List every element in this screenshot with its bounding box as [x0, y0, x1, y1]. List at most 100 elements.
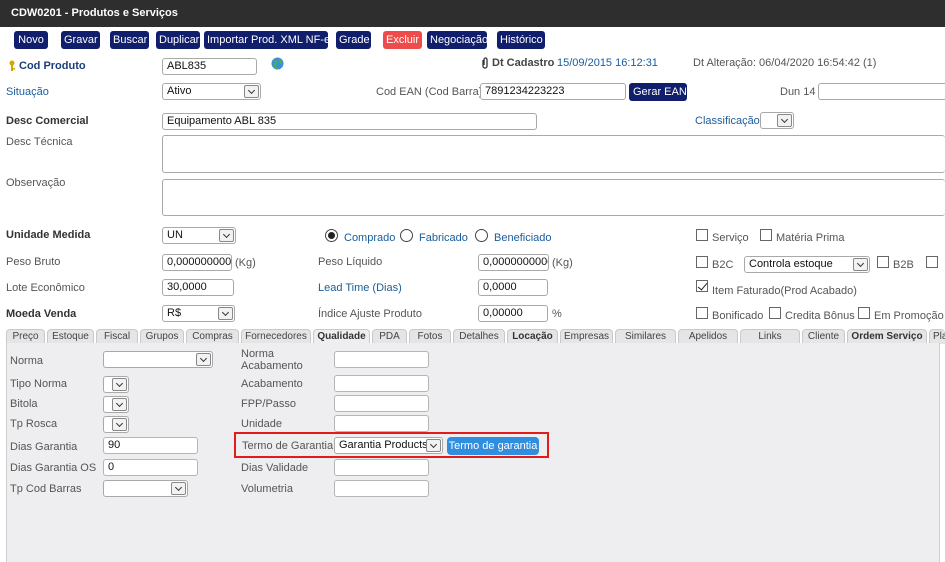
b2c-checkbox[interactable] [696, 256, 708, 268]
duplicar-button[interactable]: Duplicar [156, 31, 200, 49]
unidade-input[interactable] [334, 415, 429, 432]
tp-rosca-label: Tp Rosca [10, 418, 58, 430]
fabricado-radio[interactable] [400, 229, 413, 242]
grade-button[interactable]: Grade [336, 31, 371, 49]
volumetria-input[interactable] [334, 480, 429, 497]
tab-compras[interactable]: Compras [186, 329, 239, 344]
situacao-value: Ativo [167, 85, 192, 97]
credita-bonus-checkbox[interactable] [769, 307, 781, 319]
unidade-medida-select[interactable]: UN [162, 227, 236, 244]
dias-garantia-input[interactable]: 90 [103, 437, 198, 454]
importar-xml-button[interactable]: Importar Prod. XML NF-e [204, 31, 330, 49]
dias-validade-label: Dias Validade [241, 462, 309, 474]
paperclip-icon[interactable] [481, 57, 489, 69]
tab-apelidos[interactable]: Apelidos [678, 329, 738, 344]
lead-time-label[interactable]: Lead Time (Dias) [318, 282, 402, 294]
dt-cadastro-value: 15/09/2015 16:12:31 [557, 57, 658, 69]
b2b-checkbox[interactable] [877, 256, 889, 268]
lote-economico-input[interactable]: 30,0000 [162, 279, 234, 296]
servico-checkbox[interactable] [696, 229, 708, 241]
tp-rosca-select[interactable] [103, 416, 129, 433]
tab-similares[interactable]: Similares [615, 329, 676, 344]
cod-produto-input[interactable]: ABL835 [162, 58, 257, 75]
bonificado-checkbox[interactable] [696, 307, 708, 319]
norma-acabamento-label-line2: Acabamento [241, 360, 303, 372]
classificacao-select[interactable] [760, 112, 794, 129]
observacao-label: Observação [6, 177, 66, 189]
observacao-textarea[interactable] [162, 179, 945, 216]
cod-ean-input[interactable]: 7891234223223 [480, 83, 626, 100]
norma-select[interactable] [103, 351, 213, 368]
chevron-down-icon [171, 482, 186, 495]
beneficiado-radio[interactable] [475, 229, 488, 242]
extra-checkbox[interactable] [926, 256, 938, 268]
tab-preco[interactable]: Preço [6, 329, 45, 344]
moeda-venda-select[interactable]: R$ [162, 305, 235, 322]
situacao-label[interactable]: Situação [6, 86, 49, 98]
dt-alteracao: Dt Alteração: 06/04/2020 16:54:42 (1) [693, 57, 877, 69]
tab-links[interactable]: Links [740, 329, 800, 344]
tipo-norma-select[interactable] [103, 376, 129, 393]
tab-estoque[interactable]: Estoque [47, 329, 94, 344]
lead-time-input[interactable]: 0,0000 [478, 279, 548, 296]
norma-acabamento-input[interactable] [334, 351, 429, 368]
unidade-medida-label: Unidade Medida [6, 229, 91, 241]
dt-cadastro-label: Dt Cadastro [492, 57, 555, 69]
fpp-passo-input[interactable] [334, 395, 429, 412]
bitola-select[interactable] [103, 396, 129, 413]
acabamento-label: Acabamento [241, 378, 303, 390]
termo-garantia-button[interactable]: Termo de garantia [447, 437, 539, 455]
dias-garantia-os-input[interactable]: 0 [103, 459, 198, 476]
indice-ajuste-unit: % [552, 308, 562, 320]
desc-comercial-input[interactable]: Equipamento ABL 835 [162, 113, 537, 130]
historico-button[interactable]: Histórico [497, 31, 545, 49]
globe-icon[interactable] [271, 57, 284, 70]
fabricado-label: Fabricado [419, 232, 468, 244]
dias-validade-input[interactable] [334, 459, 429, 476]
excluir-button[interactable]: Excluir [383, 31, 422, 49]
tab-grupos[interactable]: Grupos [140, 329, 184, 344]
item-faturado-checkbox[interactable] [696, 280, 708, 292]
tab-empresas[interactable]: Empresas [560, 329, 613, 344]
chevron-down-icon [218, 307, 233, 320]
desc-tecnica-textarea[interactable] [162, 135, 945, 173]
tab-fotos[interactable]: Fotos [409, 329, 451, 344]
tab-fiscal[interactable]: Fiscal [96, 329, 138, 344]
tp-cod-barras-select[interactable] [103, 480, 188, 497]
moeda-venda-value: R$ [167, 307, 182, 319]
buscar-button[interactable]: Buscar [110, 31, 149, 49]
acabamento-input[interactable] [334, 375, 429, 392]
tab-fornecedores[interactable]: Fornecedores [241, 329, 311, 344]
servico-label: Serviço [712, 232, 749, 244]
peso-liquido-input[interactable]: 0,0000000000 [478, 254, 549, 271]
indice-ajuste-input[interactable]: 0,00000 [478, 305, 548, 322]
tab-cliente[interactable]: Cliente [802, 329, 845, 344]
tab-pda[interactable]: PDA [372, 329, 407, 344]
materia-prima-checkbox[interactable] [760, 229, 772, 241]
fpp-passo-label: FPP/Passo [241, 398, 297, 410]
indice-ajuste-label: Índice Ajuste Produto [318, 308, 422, 320]
classificacao-label[interactable]: Classificação [695, 115, 760, 127]
chevron-down-icon [219, 229, 234, 242]
b2c-label: B2C [712, 259, 734, 271]
situacao-select[interactable]: Ativo [162, 83, 261, 100]
tab-ordem-servico[interactable]: Ordem Serviço [847, 329, 927, 344]
termo-garantia-select[interactable]: Garantia Products [334, 437, 443, 454]
negociacao-button[interactable]: Negociação [427, 31, 488, 49]
chevron-down-icon [853, 258, 868, 271]
tab-detalhes[interactable]: Detalhes [453, 329, 505, 344]
controla-estoque-select[interactable]: Controla estoque [744, 256, 870, 273]
tab-pla[interactable]: Pla [929, 329, 945, 344]
comprado-radio[interactable] [325, 229, 338, 242]
novo-button[interactable]: Novo [14, 31, 48, 49]
tab-locacao[interactable]: Locação [507, 329, 558, 344]
gerar-ean-button[interactable]: Gerar EAN [629, 83, 687, 101]
cod-ean-label: Cod EAN (Cod Barra) [376, 86, 483, 98]
dun14-input[interactable] [818, 83, 945, 100]
peso-bruto-input[interactable]: 0,0000000000 [162, 254, 232, 271]
chevron-down-icon [426, 439, 441, 452]
gravar-button[interactable]: Gravar [61, 31, 100, 49]
key-icon [8, 60, 16, 72]
moeda-venda-label: Moeda Venda [6, 308, 77, 320]
em-promocao-checkbox[interactable] [858, 307, 870, 319]
